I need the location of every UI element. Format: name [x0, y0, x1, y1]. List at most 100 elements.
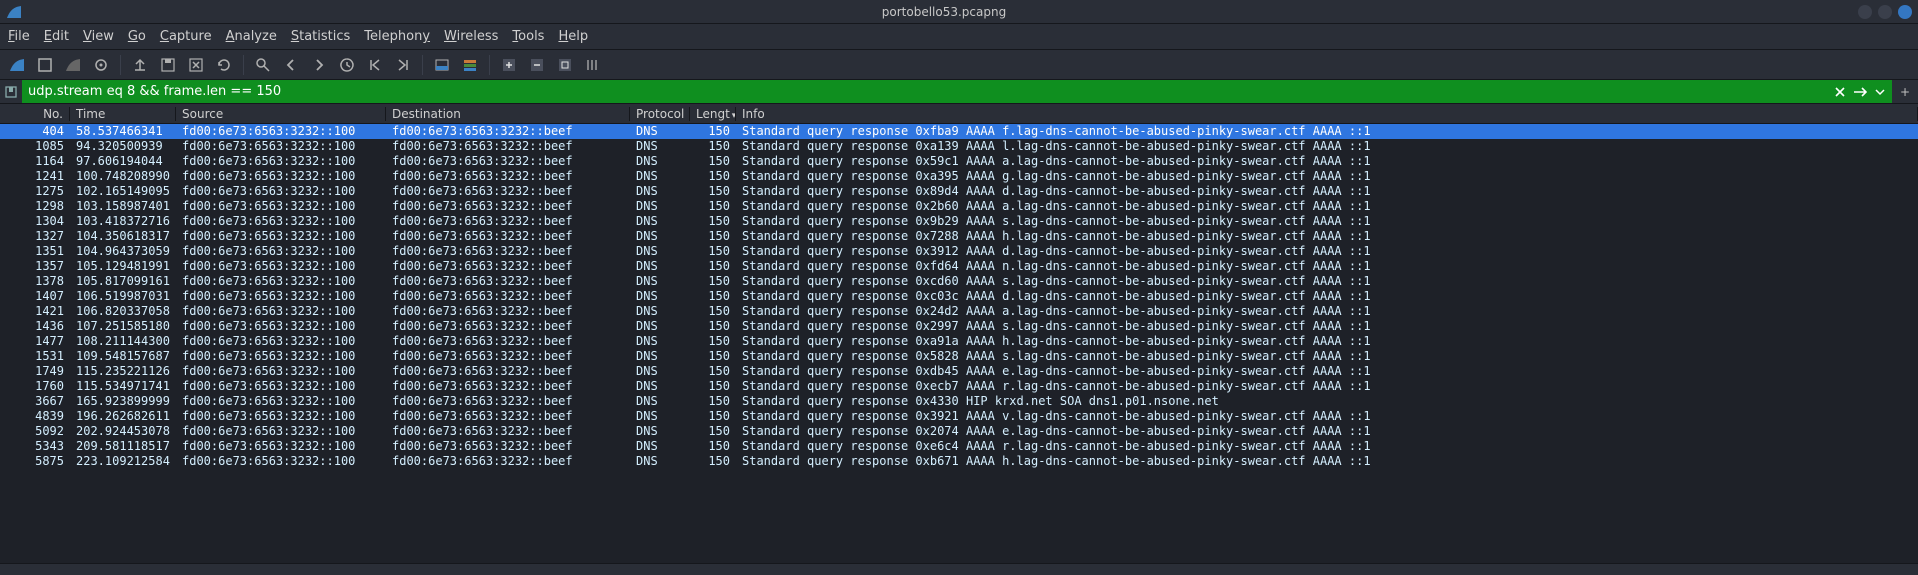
go-to-packet-icon[interactable]	[336, 54, 358, 76]
close-file-icon[interactable]	[185, 54, 207, 76]
packet-row[interactable]: 5092202.924453078fd00:6e73:6563:3232::10…	[0, 424, 1918, 439]
colorize-icon[interactable]	[459, 54, 481, 76]
packet-list[interactable]: 40458.537466341fd00:6e73:6563:3232::100f…	[0, 124, 1918, 469]
cell-source: fd00:6e73:6563:3232::100	[176, 229, 386, 244]
stop-capture-icon[interactable]	[34, 54, 56, 76]
packet-row[interactable]: 1241100.748208990fd00:6e73:6563:3232::10…	[0, 169, 1918, 184]
cell-time: 58.537466341	[70, 124, 176, 139]
display-filter-bar: +	[0, 80, 1918, 104]
start-capture-icon[interactable]	[6, 54, 28, 76]
column-no[interactable]: No.	[0, 107, 70, 121]
cell-info: Standard query response 0x2997 AAAA s.la…	[736, 319, 1918, 334]
column-time[interactable]: Time	[70, 107, 176, 121]
packet-row[interactable]: 1275102.165149095fd00:6e73:6563:3232::10…	[0, 184, 1918, 199]
cell-destination: fd00:6e73:6563:3232::beef	[386, 154, 630, 169]
cell-protocol: DNS	[630, 289, 690, 304]
packet-row[interactable]: 5343209.581118517fd00:6e73:6563:3232::10…	[0, 439, 1918, 454]
close-icon[interactable]	[1898, 5, 1912, 19]
packet-row[interactable]: 1351104.964373059fd00:6e73:6563:3232::10…	[0, 244, 1918, 259]
packet-row[interactable]: 1760115.534971741fd00:6e73:6563:3232::10…	[0, 379, 1918, 394]
go-first-icon[interactable]	[364, 54, 386, 76]
display-filter-input[interactable]	[22, 80, 1828, 103]
zoom-reset-icon[interactable]	[554, 54, 576, 76]
packet-row[interactable]: 1531109.548157687fd00:6e73:6563:3232::10…	[0, 349, 1918, 364]
menu-statistics[interactable]: Statistics	[291, 29, 350, 44]
column-info[interactable]: Info	[736, 107, 1918, 121]
cell-length: 150	[690, 199, 736, 214]
cell-info: Standard query response 0xa395 AAAA g.la…	[736, 169, 1918, 184]
packet-row[interactable]: 3667165.923899999fd00:6e73:6563:3232::10…	[0, 394, 1918, 409]
cell-source: fd00:6e73:6563:3232::100	[176, 394, 386, 409]
menu-edit[interactable]: Edit	[44, 29, 69, 44]
menu-tools[interactable]: Tools	[512, 29, 544, 44]
save-file-icon[interactable]	[157, 54, 179, 76]
filter-dropdown-icon[interactable]	[1872, 84, 1888, 100]
open-file-icon[interactable]	[129, 54, 151, 76]
cell-length: 150	[690, 304, 736, 319]
packet-row[interactable]: 1421106.820337058fd00:6e73:6563:3232::10…	[0, 304, 1918, 319]
restart-capture-icon[interactable]	[62, 54, 84, 76]
cell-destination: fd00:6e73:6563:3232::beef	[386, 454, 630, 469]
cell-no: 404	[0, 124, 70, 139]
column-protocol[interactable]: Protocol	[630, 107, 690, 121]
go-forward-icon[interactable]	[308, 54, 330, 76]
cell-length: 150	[690, 364, 736, 379]
column-destination[interactable]: Destination	[386, 107, 630, 121]
filter-apply-icon[interactable]	[1852, 84, 1868, 100]
column-source[interactable]: Source	[176, 107, 386, 121]
packet-row[interactable]: 5875223.109212584fd00:6e73:6563:3232::10…	[0, 454, 1918, 469]
cell-protocol: DNS	[630, 409, 690, 424]
packet-row[interactable]: 1749115.235221126fd00:6e73:6563:3232::10…	[0, 364, 1918, 379]
cell-length: 150	[690, 319, 736, 334]
cell-protocol: DNS	[630, 454, 690, 469]
zoom-in-icon[interactable]	[498, 54, 520, 76]
resize-columns-icon[interactable]	[582, 54, 604, 76]
cell-no: 1421	[0, 304, 70, 319]
packet-row[interactable]: 1436107.251585180fd00:6e73:6563:3232::10…	[0, 319, 1918, 334]
cell-no: 5875	[0, 454, 70, 469]
menu-go[interactable]: Go	[128, 29, 146, 44]
menu-file[interactable]: File	[8, 29, 30, 44]
cell-source: fd00:6e73:6563:3232::100	[176, 259, 386, 274]
packet-row[interactable]: 4839196.262682611fd00:6e73:6563:3232::10…	[0, 409, 1918, 424]
zoom-out-icon[interactable]	[526, 54, 548, 76]
column-length[interactable]: Lengt▾	[690, 107, 736, 121]
menu-capture[interactable]: Capture	[160, 29, 212, 44]
find-packet-icon[interactable]	[252, 54, 274, 76]
cell-destination: fd00:6e73:6563:3232::beef	[386, 184, 630, 199]
menu-telephony[interactable]: Telephony	[364, 29, 430, 44]
maximize-icon[interactable]	[1878, 5, 1892, 19]
cell-time: 106.820337058	[70, 304, 176, 319]
minimize-icon[interactable]	[1858, 5, 1872, 19]
packet-row[interactable]: 1477108.211144300fd00:6e73:6563:3232::10…	[0, 334, 1918, 349]
cell-destination: fd00:6e73:6563:3232::beef	[386, 424, 630, 439]
packet-row[interactable]: 1407106.519987031fd00:6e73:6563:3232::10…	[0, 289, 1918, 304]
packet-row[interactable]: 1357105.129481991fd00:6e73:6563:3232::10…	[0, 259, 1918, 274]
autoscroll-icon[interactable]	[431, 54, 453, 76]
packet-row[interactable]: 1378105.817099161fd00:6e73:6563:3232::10…	[0, 274, 1918, 289]
packet-row[interactable]: 116497.606194044fd00:6e73:6563:3232::100…	[0, 154, 1918, 169]
packet-row[interactable]: 1304103.418372716fd00:6e73:6563:3232::10…	[0, 214, 1918, 229]
cell-time: 97.606194044	[70, 154, 176, 169]
menu-analyze[interactable]: Analyze	[226, 29, 277, 44]
filter-clear-icon[interactable]	[1832, 84, 1848, 100]
reload-file-icon[interactable]	[213, 54, 235, 76]
cell-no: 1436	[0, 319, 70, 334]
packet-row[interactable]: 40458.537466341fd00:6e73:6563:3232::100f…	[0, 124, 1918, 139]
packet-row[interactable]: 1327104.350618317fd00:6e73:6563:3232::10…	[0, 229, 1918, 244]
filter-add-icon[interactable]: +	[1892, 80, 1918, 103]
go-last-icon[interactable]	[392, 54, 414, 76]
cell-source: fd00:6e73:6563:3232::100	[176, 169, 386, 184]
menu-wireless[interactable]: Wireless	[444, 29, 498, 44]
menu-help[interactable]: Help	[558, 29, 588, 44]
cell-destination: fd00:6e73:6563:3232::beef	[386, 379, 630, 394]
cell-length: 150	[690, 409, 736, 424]
capture-options-icon[interactable]	[90, 54, 112, 76]
go-back-icon[interactable]	[280, 54, 302, 76]
packet-row[interactable]: 1298103.158987401fd00:6e73:6563:3232::10…	[0, 199, 1918, 214]
cell-info: Standard query response 0x3921 AAAA v.la…	[736, 409, 1918, 424]
menu-view[interactable]: View	[83, 29, 114, 44]
cell-time: 196.262682611	[70, 409, 176, 424]
packet-row[interactable]: 108594.320500939fd00:6e73:6563:3232::100…	[0, 139, 1918, 154]
filter-bookmark-icon[interactable]	[0, 80, 22, 103]
